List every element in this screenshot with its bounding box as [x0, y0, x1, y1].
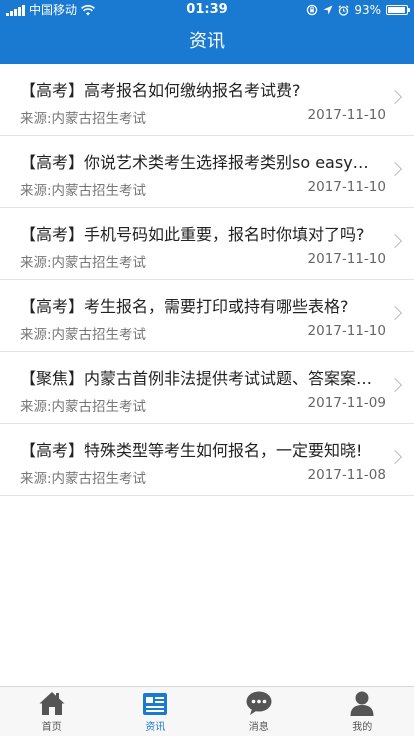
news-item[interactable]: 【高考】高考报名如何缴纳报名考试费? 来源:内蒙古招生考试 2017-11-10 [0, 64, 414, 136]
chat-icon [245, 690, 273, 718]
chevron-right-icon [387, 449, 403, 465]
chevron-right-icon [387, 305, 403, 321]
news-meta: 来源:内蒙古招生考试 2017-11-10 [20, 179, 386, 199]
tab-label: 资讯 [145, 722, 166, 733]
news-icon [142, 692, 168, 718]
tab-label: 我的 [352, 722, 373, 733]
user-icon [349, 690, 375, 718]
news-meta: 来源:内蒙古招生考试 2017-11-10 [20, 107, 386, 127]
news-item[interactable]: 【聚焦】内蒙古首例非法提供考试试题、答案案件宣判 来源:内蒙古招生考试 2017-1… [0, 352, 414, 424]
news-source: 来源:内蒙古招生考试 [20, 255, 147, 271]
news-meta: 来源:内蒙古招生考试 2017-11-08 [20, 467, 386, 487]
tab-news[interactable]: 资讯 [104, 687, 208, 736]
news-source: 来源:内蒙古招生考试 [20, 111, 147, 127]
chevron-right-icon [387, 233, 403, 249]
news-item[interactable]: 【高考】考生报名，需要打印或持有哪些表格? 来源:内蒙古招生考试 2017-11-1… [0, 280, 414, 352]
news-title: 【高考】高考报名如何缴纳报名考试费? [20, 81, 301, 100]
tab-user[interactable]: 我的 [311, 687, 414, 736]
chevron-right-icon [387, 377, 403, 393]
news-date: 2017-11-09 [307, 395, 386, 411]
news-item[interactable]: 【高考】你说艺术类考生选择报考类别so easy，你真的以为自己选对了吗? 来源:… [0, 136, 414, 208]
status-right: 93% [306, 0, 410, 20]
news-title: 【高考】特殊类型等考生如何报名，一定要知晓! [20, 441, 363, 460]
page-title: 资讯 [189, 31, 225, 52]
battery-icon [386, 5, 410, 15]
news-source: 来源:内蒙古招生考试 [20, 471, 147, 487]
tab-bar: 首页 资讯 消息 我的 [0, 686, 414, 736]
news-title: 【高考】手机号码如此重要，报名时你填对了吗? [20, 225, 365, 244]
tab-label: 消息 [248, 722, 269, 733]
news-title: 【高考】考生报名，需要打印或持有哪些表格? [20, 297, 349, 316]
news-source: 来源:内蒙古招生考试 [20, 399, 147, 415]
chevron-right-icon [387, 161, 403, 177]
news-source: 来源:内蒙古招生考试 [20, 327, 147, 343]
app-screen: 中国移动 01:39 93% 资讯 【高考】高考报名如何缴纳报名考试费? 来源:… [0, 0, 414, 736]
news-date: 2017-11-10 [307, 179, 386, 195]
status-bar: 中国移动 01:39 93% [0, 0, 414, 20]
top-bar: 中国移动 01:39 93% 资讯 [0, 0, 414, 64]
news-source: 来源:内蒙古招生考试 [20, 183, 147, 199]
news-title: 【高考】你说艺术类考生选择报考类别so easy，你真的以为自己选对了吗? [20, 153, 380, 172]
tab-label: 首页 [41, 722, 62, 733]
alarm-icon [338, 4, 349, 16]
news-list: 【高考】高考报名如何缴纳报名考试费? 来源:内蒙古招生考试 2017-11-10 【高… [0, 64, 414, 496]
news-date: 2017-11-10 [307, 107, 386, 123]
news-date: 2017-11-10 [307, 323, 386, 339]
news-meta: 来源:内蒙古招生考试 2017-11-09 [20, 395, 386, 415]
tab-chat[interactable]: 消息 [207, 687, 311, 736]
battery-percent: 93% [354, 3, 381, 17]
battery-level [388, 7, 405, 13]
news-date: 2017-11-08 [307, 467, 386, 483]
news-meta: 来源:内蒙古招生考试 2017-11-10 [20, 251, 386, 271]
location-icon [323, 5, 333, 15]
news-item[interactable]: 【高考】特殊类型等考生如何报名，一定要知晓! 来源:内蒙古招生考试 2017-11-… [0, 424, 414, 496]
news-item[interactable]: 【高考】手机号码如此重要，报名时你填对了吗? 来源:内蒙古招生考试 2017-11-… [0, 208, 414, 280]
news-title: 【聚焦】内蒙古首例非法提供考试试题、答案案件宣判 [20, 369, 380, 388]
nav-bar: 资讯 [0, 20, 414, 64]
tab-home[interactable]: 首页 [0, 687, 104, 736]
chevron-right-icon [387, 89, 403, 105]
news-date: 2017-11-10 [307, 251, 386, 267]
orientation-lock-icon [307, 4, 318, 16]
home-icon [38, 690, 66, 718]
news-meta: 来源:内蒙古招生考试 2017-11-10 [20, 323, 386, 343]
